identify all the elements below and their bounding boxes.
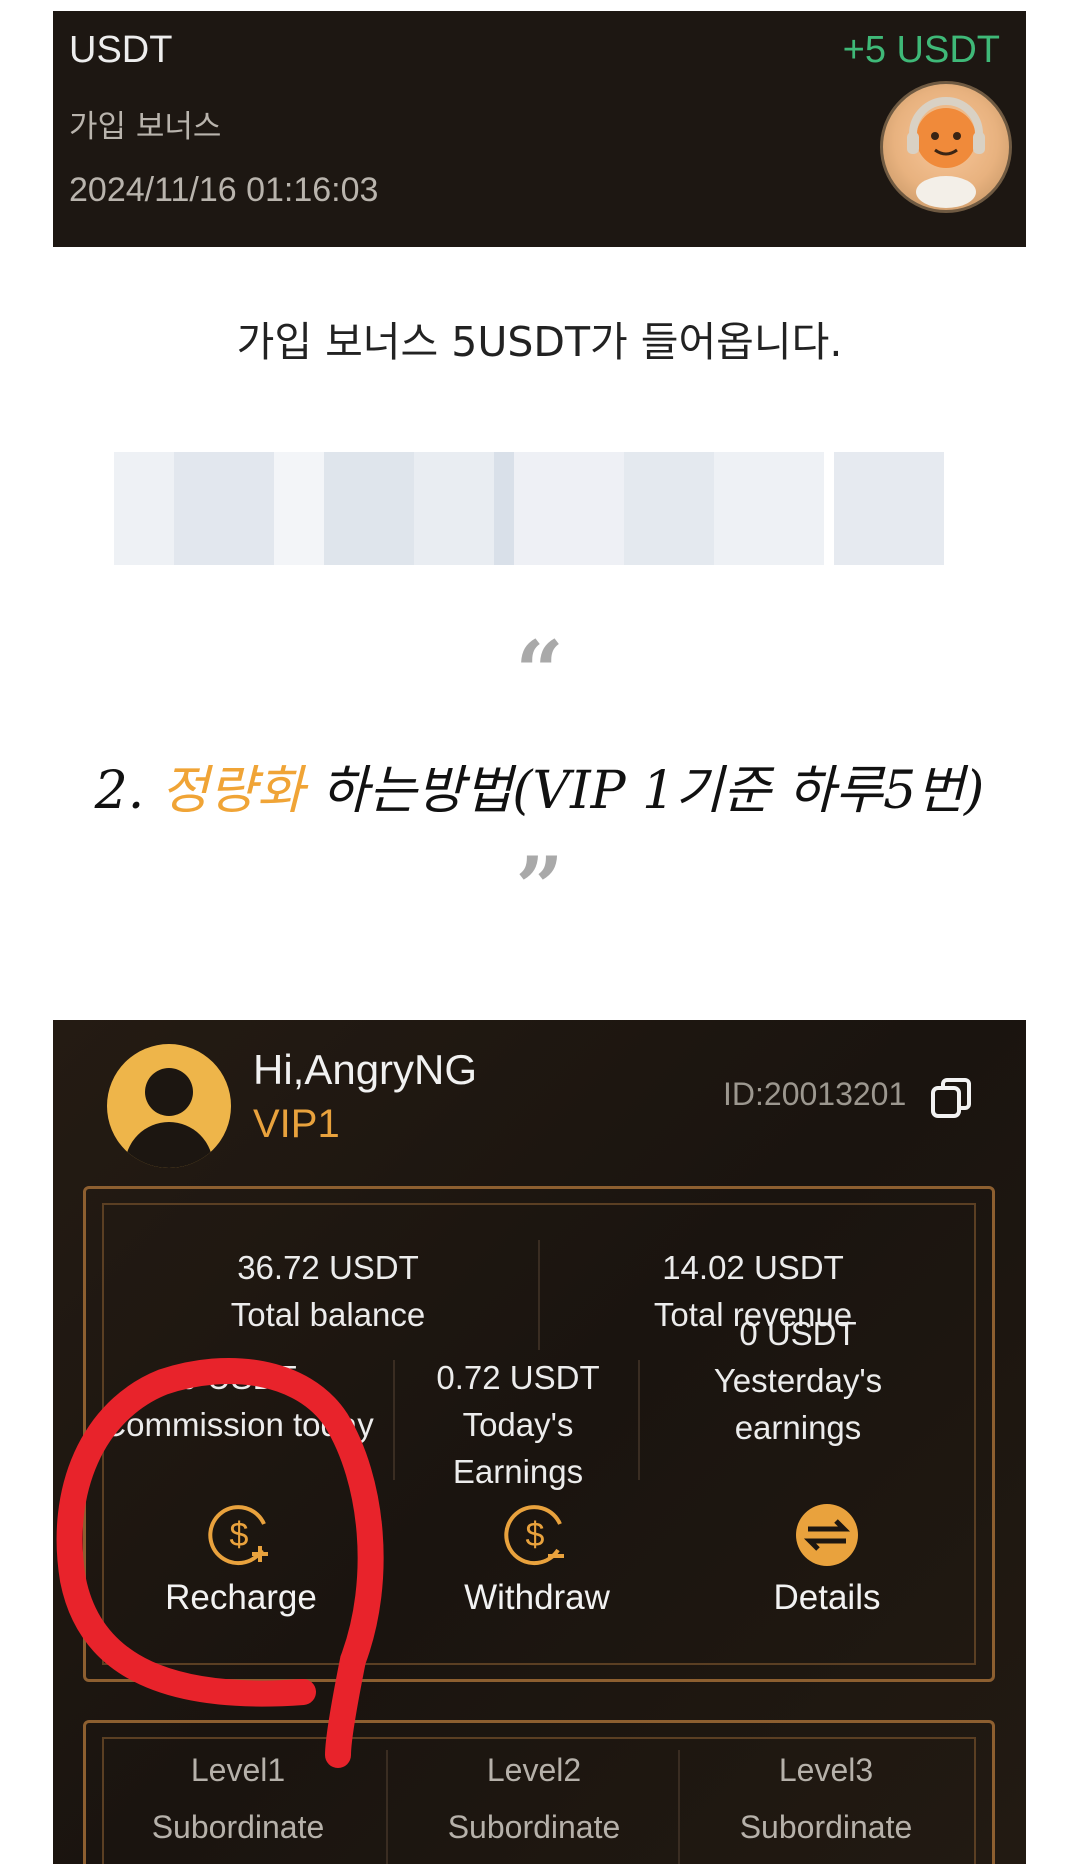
avatar-body	[125, 1122, 213, 1168]
exchange-icon	[796, 1504, 858, 1566]
total-revenue-value: 14.02 USDT	[662, 1249, 844, 1286]
commission-value: 0 USDT	[179, 1359, 297, 1396]
level3-label: Subordinate	[739, 1809, 913, 1845]
avatar-head	[145, 1068, 193, 1116]
stat-divider	[393, 1360, 395, 1480]
heading-text: 하는방법(VIP 1기준 하루5번)	[304, 761, 985, 821]
avatar[interactable]	[107, 1044, 231, 1168]
commission-label: Commission today	[102, 1406, 374, 1443]
level1-name: Level1	[190, 1752, 286, 1788]
details-label: Details	[773, 1578, 881, 1617]
level3-item[interactable]: Level3 Subordinate	[681, 1742, 971, 1856]
total-balance-stat: 36.72 USDT Total balance	[163, 1244, 493, 1338]
vip-badge: VIP1	[253, 1102, 340, 1146]
today-earnings-label: Today's Earnings	[452, 1406, 584, 1490]
heading-highlight: 정량화	[160, 761, 305, 821]
close-quote-icon: ”	[515, 838, 564, 937]
notification-timestamp: 2024/11/16 01:16:03	[69, 171, 379, 209]
recharge-button[interactable]: $ Recharge	[101, 1500, 381, 1618]
assistant-avatar-icon	[880, 81, 1012, 213]
commission-stat: 0 USDT Commission today	[93, 1354, 383, 1448]
copy-icon[interactable]	[929, 1076, 973, 1120]
section-heading: 2. 정량화 하는방법(VIP 1기준 하루5번)	[0, 748, 1079, 823]
notification-amount: +5 USDT	[842, 29, 1000, 71]
today-earnings-stat: 0.72 USDT Today's Earnings	[398, 1354, 638, 1495]
open-quote-icon: “	[515, 622, 564, 721]
stat-divider	[638, 1360, 640, 1480]
deposit-notification: USDT 가입 보너스 2024/11/16 01:16:03 +5 USDT	[53, 11, 1026, 247]
withdraw-button[interactable]: $ Withdraw	[397, 1500, 677, 1618]
redacted-link	[114, 452, 944, 565]
user-id: ID:20013201	[723, 1076, 907, 1112]
yesterday-earnings-label: Yesterday's	[713, 1362, 883, 1399]
recharge-icon: $	[208, 1505, 268, 1566]
heading-number: 2.	[94, 761, 161, 821]
withdraw-icon: $	[504, 1505, 564, 1566]
yesterday-earnings-label-2: earnings	[734, 1409, 862, 1446]
level2-label: Subordinate	[447, 1809, 621, 1845]
total-balance-label: Total balance	[230, 1296, 426, 1333]
stat-divider	[538, 1240, 540, 1350]
svg-text:$: $	[230, 1516, 249, 1554]
level3-name: Level3	[778, 1752, 874, 1788]
app-dashboard-screenshot: Hi,AngryNG VIP1 ID:20013201 36.72 USDT T…	[53, 1020, 1026, 1864]
level2-name: Level2	[486, 1752, 582, 1788]
bonus-caption: 가입 보너스 5USDT가 들어옵니다.	[236, 318, 843, 366]
today-earnings-value: 0.72 USDT	[436, 1359, 600, 1396]
yesterday-earnings-value: 0 USDT	[739, 1315, 857, 1352]
svg-text:$: $	[526, 1516, 545, 1554]
details-button[interactable]: Details	[687, 1500, 967, 1618]
total-balance-value: 36.72 USDT	[237, 1249, 419, 1286]
level1-item[interactable]: Level1 Subordinate	[93, 1742, 383, 1856]
recharge-label: Recharge	[165, 1578, 317, 1617]
notification-title: USDT	[69, 29, 173, 71]
level2-item[interactable]: Level2 Subordinate	[389, 1742, 679, 1856]
notification-subtitle: 가입 보너스	[69, 109, 222, 145]
level-divider	[386, 1750, 388, 1864]
withdraw-label: Withdraw	[464, 1578, 610, 1617]
yesterday-earnings-stat: 0 USDT Yesterday's earnings	[653, 1310, 943, 1451]
level1-label: Subordinate	[151, 1809, 325, 1845]
user-greeting: Hi,AngryNG	[253, 1046, 478, 1093]
